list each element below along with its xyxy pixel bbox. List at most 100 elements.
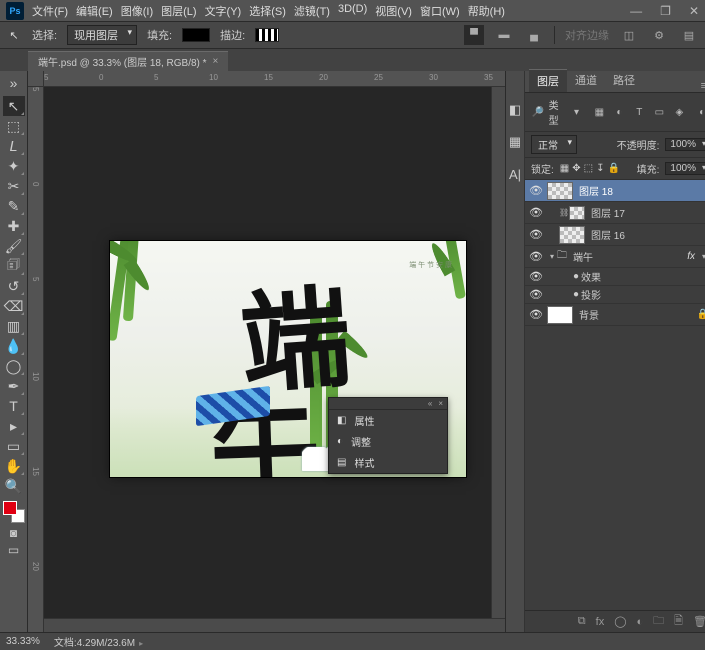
collapsed-properties-panel[interactable]: « × ◧属性◐调整▤样式 (328, 397, 448, 474)
kind-dropdown-icon[interactable]: ▾ (570, 104, 584, 120)
hand-tool[interactable]: ✋ (3, 456, 25, 476)
zoom-tool[interactable]: 🔍 (3, 476, 25, 496)
lock-position-icon[interactable]: ✥ (572, 163, 580, 174)
group-icon[interactable]: 🗀 (653, 612, 664, 631)
delete-icon[interactable]: 🗑 (693, 615, 705, 628)
marquee-tool[interactable]: ⬚ (3, 116, 25, 136)
floater-item-属性[interactable]: ◧属性 (329, 410, 447, 431)
align-top-icon[interactable]: ▀ (464, 25, 484, 45)
swatches-icon[interactable]: ▦ (506, 133, 524, 151)
visibility-toggle-icon[interactable]: 👁 (525, 184, 547, 197)
3d-mode-icon[interactable]: ◫ (619, 25, 639, 45)
menu-3D[interactable]: 3D(D) (334, 1, 371, 21)
visibility-toggle-icon[interactable]: 👁 (525, 228, 547, 241)
gradient-tool[interactable]: ▥ (3, 316, 25, 336)
layer-name[interactable]: 图层 16 (591, 227, 705, 242)
lasso-tool[interactable]: 𝘓 (3, 136, 25, 156)
adjustment-layer-icon[interactable]: ◐ (637, 616, 644, 628)
menu-文件[interactable]: 文件(F) (28, 1, 72, 21)
panel-tab-通道[interactable]: 通道 (567, 69, 605, 92)
floater-close-icon[interactable]: × (438, 399, 443, 408)
layer-row[interactable]: 👁 图层 18 (525, 180, 705, 202)
document-tab[interactable]: 端午.psd @ 33.3% (图层 18, RGB/8) * × (28, 51, 228, 71)
layer-row[interactable]: 👁▾🗀端午fx▾ (525, 246, 705, 268)
crop-tool[interactable]: ✂ (3, 176, 25, 196)
layer-name[interactable]: 图层 18 (579, 183, 705, 198)
eyedropper-tool[interactable]: ✎ (3, 196, 25, 216)
pen-tool[interactable]: ✒ (3, 376, 25, 396)
toolbar-toggle-icon[interactable]: » (3, 73, 25, 93)
mask-icon[interactable]: ◯ (614, 615, 626, 628)
dodge-tool[interactable]: ◯ (3, 356, 25, 376)
filter-adjust-icon[interactable]: ◐ (611, 104, 627, 120)
layer-thumbnail[interactable] (559, 226, 585, 244)
menu-文字[interactable]: 文字(Y) (201, 1, 246, 21)
brush-tool[interactable]: 🖌 (3, 236, 25, 256)
menu-选择[interactable]: 选择(S) (245, 1, 290, 21)
new-layer-icon[interactable]: 🗎 (674, 612, 683, 631)
layer-name[interactable]: 背景 (579, 307, 697, 322)
color-swatches[interactable] (3, 501, 25, 523)
layer-thumbnail[interactable] (547, 306, 573, 324)
search-icon[interactable]: 🔎 (531, 104, 545, 120)
layer-name[interactable]: 端午 (573, 249, 687, 264)
quick-mask-icon[interactable]: ◙ (3, 526, 25, 540)
panel-menu-icon[interactable]: ≡ (697, 80, 705, 92)
floater-item-样式[interactable]: ▤样式 (329, 452, 447, 473)
menu-窗口[interactable]: 窗口(W) (416, 1, 464, 21)
color-picker-icon[interactable]: ◧ (506, 101, 524, 119)
fx-twirl-icon[interactable]: ▾ (699, 252, 705, 261)
opacity-value[interactable]: 100% (665, 138, 705, 151)
layer-list[interactable]: 👁图层 18👁⛓图层 17👁图层 16👁▾🗀端午fx▾👁●效果👁●投影👁背景🔒 (525, 180, 705, 610)
visibility-toggle-icon[interactable]: 👁 (525, 206, 547, 219)
layer-row[interactable]: 👁背景🔒 (525, 304, 705, 326)
arrange-icon[interactable]: ▤ (679, 25, 699, 45)
canvas-viewport[interactable]: 505101520253035 505101520 端 午 端 午 节 安 康 … (28, 71, 505, 632)
zoom-level[interactable]: 33.33% (6, 636, 40, 647)
move-tool[interactable]: ↖ (3, 96, 25, 116)
fx-badge[interactable]: fx (687, 251, 695, 262)
type-tool[interactable]: T (3, 396, 25, 416)
layer-row[interactable]: 👁 图层 16 (525, 224, 705, 246)
panel-tab-路径[interactable]: 路径 (605, 69, 643, 92)
type-icon[interactable]: A| (506, 165, 524, 183)
restore-button[interactable]: ❐ (660, 4, 671, 18)
doc-info[interactable]: 文档:4.29M/23.6M (54, 634, 143, 649)
layer-thumbnail[interactable] (547, 182, 573, 200)
twirl-icon[interactable]: ▾ (547, 252, 557, 261)
layer-name[interactable]: 效果 (581, 269, 705, 284)
lock-nested-icon[interactable]: ↧ (596, 163, 604, 174)
vertical-scrollbar[interactable] (491, 87, 505, 618)
stroke-swatch[interactable] (255, 28, 279, 42)
horizontal-scrollbar[interactable] (44, 618, 505, 632)
lock-all-icon[interactable]: 🔒 (607, 163, 619, 174)
align-middle-icon[interactable]: ▬ (494, 25, 514, 45)
layer-row[interactable]: 👁●投影 (525, 286, 705, 304)
layer-name[interactable]: 投影 (581, 287, 705, 302)
rectangle-tool[interactable]: ▭ (3, 436, 25, 456)
foreground-color-swatch[interactable] (3, 501, 17, 515)
blend-mode-dropdown[interactable]: 正常 (531, 135, 577, 154)
fill-swatch[interactable] (182, 28, 210, 42)
layer-row[interactable]: 👁●效果 (525, 268, 705, 286)
screen-mode-icon[interactable]: ▭ (3, 543, 25, 557)
eraser-tool[interactable]: ⌫ (3, 296, 25, 316)
menu-滤镜[interactable]: 滤镜(T) (290, 1, 334, 21)
layer-name[interactable]: 图层 17 (591, 205, 705, 220)
path-select-tool[interactable]: ▸ (3, 416, 25, 436)
link-layers-icon[interactable]: ⧉ (578, 615, 586, 628)
close-button[interactable]: ✕ (689, 4, 699, 18)
menu-图层[interactable]: 图层(L) (157, 1, 200, 21)
align-bottom-icon[interactable]: ▄ (524, 25, 544, 45)
history-brush-tool[interactable]: ↺ (3, 276, 25, 296)
filter-toggle-icon[interactable]: ◐ (695, 104, 705, 120)
menu-帮助[interactable]: 帮助(H) (464, 1, 509, 21)
fill-opacity-value[interactable]: 100% (665, 162, 705, 175)
panel-tab-图层[interactable]: 图层 (529, 69, 567, 92)
visibility-toggle-icon[interactable]: 👁 (525, 308, 547, 321)
filter-smart-icon[interactable]: ◈ (671, 104, 687, 120)
fx-icon[interactable]: fx (596, 616, 605, 628)
gpu-icon[interactable]: ⚙ (649, 25, 669, 45)
clone-stamp-tool[interactable]: 🗊 (3, 256, 25, 276)
filter-pixel-icon[interactable]: ▦ (591, 104, 607, 120)
